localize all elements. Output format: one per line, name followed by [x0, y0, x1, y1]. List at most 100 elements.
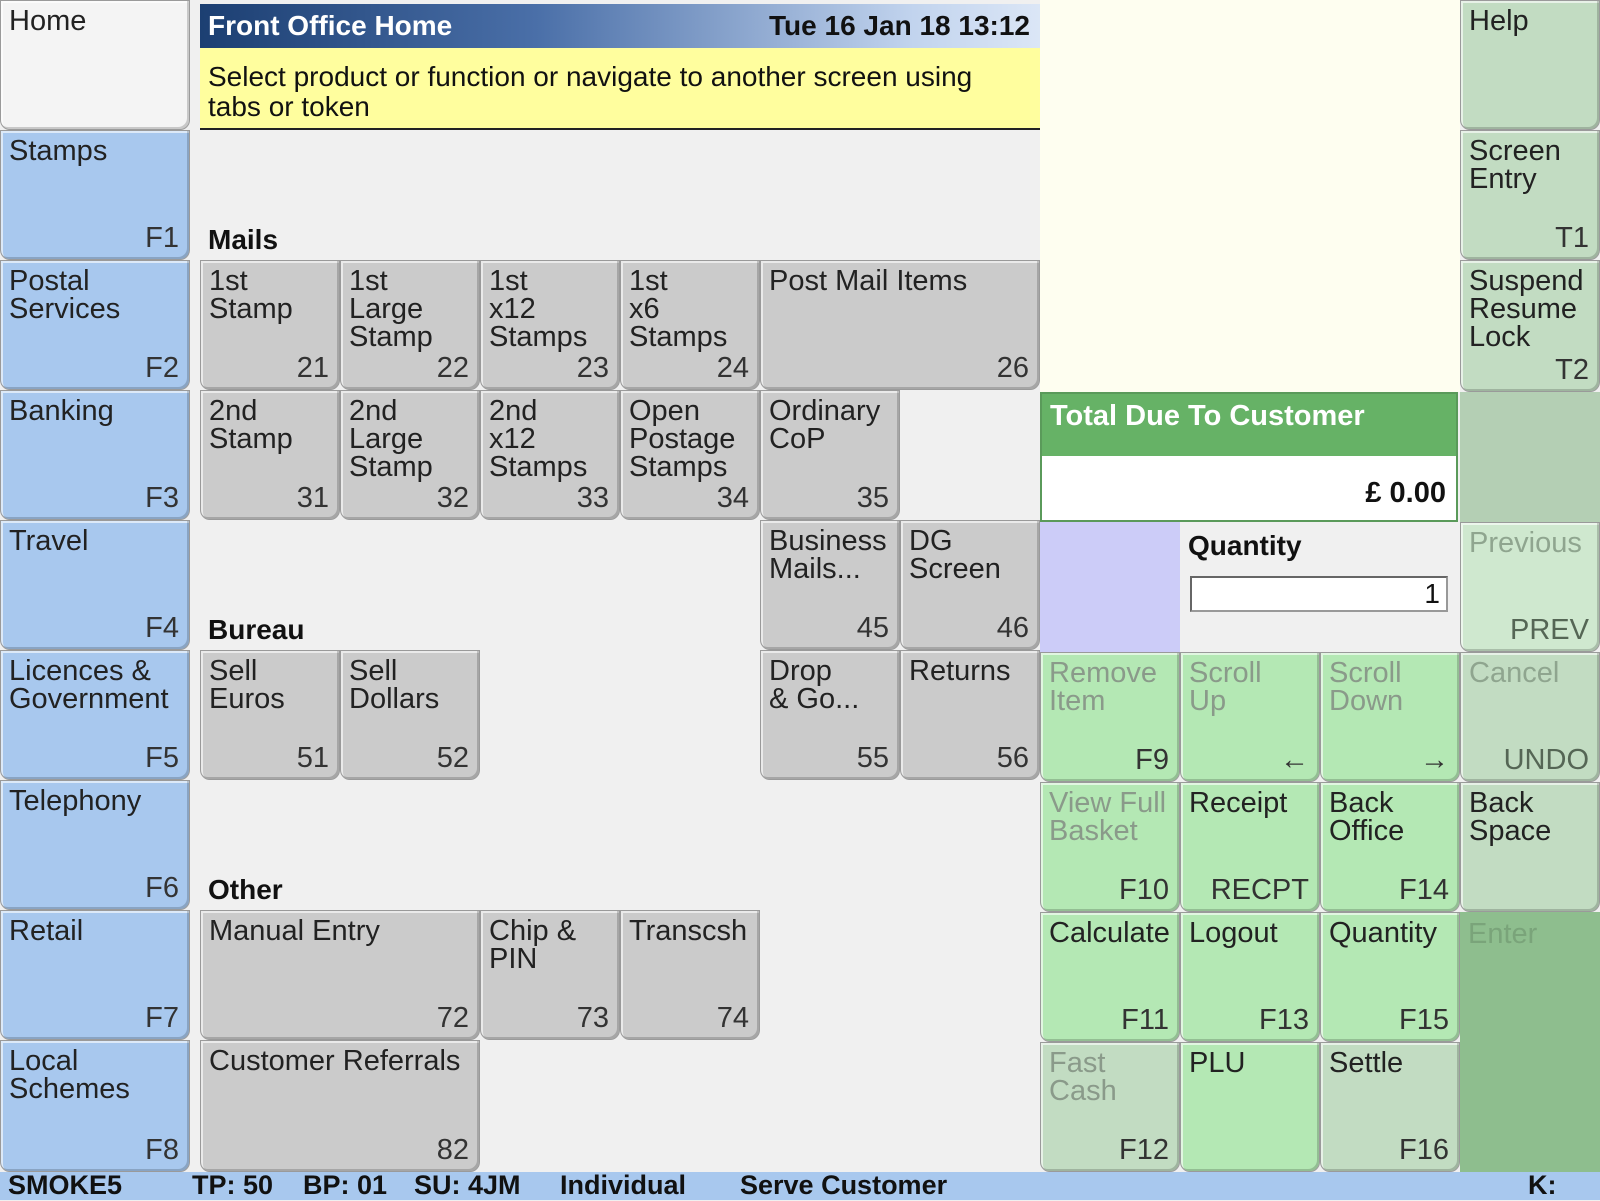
product-34-key: 34 [716, 482, 749, 514]
product-74-label: Transcsh [629, 915, 748, 947]
product-46-key: 46 [996, 612, 1029, 644]
product-22-label: 1st Large Stamp [349, 265, 433, 353]
status-action: Serve Customer [740, 1170, 948, 1200]
view-full-basket-button[interactable]: View Full Basket F10 [1040, 782, 1180, 912]
suspend-resume-lock-button[interactable]: Suspend Resume Lock T2 [1460, 260, 1600, 392]
product-button-32[interactable]: 2nd Large Stamp 32 [340, 390, 480, 520]
help-button[interactable]: Help [1460, 0, 1600, 130]
product-35-label: Ordinary CoP [769, 395, 881, 455]
product-32-key: 32 [436, 482, 469, 514]
calculate-label: Calculate [1049, 917, 1170, 949]
section-heading-bureau: Bureau [208, 614, 305, 645]
section-heading-other: Other [208, 874, 283, 905]
plu-label: PLU [1189, 1047, 1246, 1079]
product-31-label: 2nd Stamp [209, 395, 293, 455]
nav-local-schemes[interactable]: Local Schemes F8 [0, 1040, 190, 1172]
nav-stamps[interactable]: Stamps F1 [0, 130, 190, 260]
back-space-button[interactable]: Back Space [1460, 782, 1600, 912]
quantity-input[interactable]: 1 [1190, 576, 1448, 612]
product-button-45[interactable]: Business Mails... 45 [760, 520, 900, 650]
fast-cash-button[interactable]: Fast Cash F12 [1040, 1042, 1180, 1172]
product-button-55[interactable]: Drop & Go... 55 [760, 650, 900, 780]
nav-telephony[interactable]: Telephony F6 [0, 780, 190, 910]
product-45-label: Business Mails... [769, 525, 887, 585]
nav-telephony-label: Telephony [9, 785, 142, 817]
product-24-label: 1st x6 Stamps [629, 265, 728, 353]
remove-item-key: F9 [1135, 744, 1169, 776]
product-72-key: 72 [436, 1002, 469, 1034]
plu-button[interactable]: PLU [1180, 1042, 1320, 1172]
nav-home[interactable]: Home [0, 0, 190, 130]
nav-travel[interactable]: Travel F4 [0, 520, 190, 650]
product-button-74[interactable]: Transcsh 74 [620, 910, 760, 1040]
product-button-72[interactable]: Manual Entry 72 [200, 910, 480, 1040]
logout-button[interactable]: Logout F13 [1180, 912, 1320, 1042]
help-label: Help [1469, 5, 1529, 37]
product-74-key: 74 [716, 1002, 749, 1034]
nav-postal-services-key: F2 [145, 352, 179, 384]
product-34-label: Open Postage Stamps [629, 395, 736, 483]
product-button-31[interactable]: 2nd Stamp 31 [200, 390, 340, 520]
product-button-73[interactable]: Chip & PIN 73 [480, 910, 620, 1040]
calculate-key: F11 [1121, 1004, 1169, 1036]
back-office-button[interactable]: Back Office F14 [1320, 782, 1460, 912]
page-title: Front Office Home [208, 10, 453, 41]
product-button-35[interactable]: Ordinary CoP 35 [760, 390, 900, 520]
nav-stamps-label: Stamps [9, 135, 108, 167]
nav-retail-label: Retail [9, 915, 84, 947]
previous-button[interactable]: Previous PREV [1460, 522, 1600, 652]
product-21-label: 1st Stamp [209, 265, 293, 325]
product-button-56[interactable]: Returns 56 [900, 650, 1040, 780]
status-mode: Individual [560, 1170, 687, 1200]
product-32-label: 2nd Large Stamp [349, 395, 433, 483]
cancel-key: UNDO [1503, 744, 1589, 776]
calculate-button[interactable]: Calculate F11 [1040, 912, 1180, 1042]
nav-licences-government-key: F5 [145, 742, 179, 774]
screen-entry-button[interactable]: Screen Entry T1 [1460, 130, 1600, 260]
quantity-label: Quantity [1188, 530, 1302, 561]
product-button-52[interactable]: Sell Dollars 52 [340, 650, 480, 780]
product-button-34[interactable]: Open Postage Stamps 34 [620, 390, 760, 520]
status-bar: SMOKE5 TP: 50 BP: 01 SU: 4JM Individual … [0, 1170, 1600, 1200]
cancel-button[interactable]: Cancel UNDO [1460, 652, 1600, 782]
product-button-23[interactable]: 1st x12 Stamps 23 [480, 260, 620, 390]
nav-retail[interactable]: Retail F7 [0, 910, 190, 1040]
back-space-label: Back Space [1469, 787, 1552, 847]
nav-banking[interactable]: Banking F3 [0, 390, 190, 520]
nav-postal-services[interactable]: Postal Services F2 [0, 260, 190, 390]
product-button-82[interactable]: Customer Referrals 82 [200, 1040, 480, 1172]
quantity-button[interactable]: Quantity F15 [1320, 912, 1460, 1042]
scroll-down-button[interactable]: Scroll Down → [1320, 652, 1460, 782]
right-nav-spacer [1460, 392, 1600, 522]
back-office-key: F14 [1399, 874, 1449, 906]
quantity-button-label: Quantity [1329, 917, 1437, 949]
scroll-up-button[interactable]: Scroll Up ← [1180, 652, 1320, 782]
nav-travel-label: Travel [9, 525, 89, 557]
enter-button[interactable]: Enter [1460, 912, 1600, 1172]
receipt-label: Receipt [1189, 787, 1288, 819]
product-button-33[interactable]: 2nd x12 Stamps 33 [480, 390, 620, 520]
product-button-46[interactable]: DG Screen 46 [900, 520, 1040, 650]
product-button-51[interactable]: Sell Euros 51 [200, 650, 340, 780]
nav-licences-government-label: Licences & Government [9, 655, 169, 715]
fast-cash-key: F12 [1119, 1134, 1169, 1166]
product-56-label: Returns [909, 655, 1011, 687]
right-arrow-icon: → [1420, 744, 1449, 776]
nav-banking-key: F3 [145, 482, 179, 514]
nav-licences-government[interactable]: Licences & Government F5 [0, 650, 190, 780]
product-82-key: 82 [436, 1134, 469, 1166]
product-55-key: 55 [856, 742, 889, 774]
remove-item-button[interactable]: Remove Item F9 [1040, 652, 1180, 782]
settle-key: F16 [1399, 1134, 1449, 1166]
product-button-21[interactable]: 1st Stamp 21 [200, 260, 340, 390]
product-button-22[interactable]: 1st Large Stamp 22 [340, 260, 480, 390]
settle-button[interactable]: Settle F16 [1320, 1042, 1460, 1172]
product-24-key: 24 [716, 352, 749, 384]
fast-cash-label: Fast Cash [1049, 1047, 1117, 1107]
product-button-26[interactable]: Post Mail Items 26 [760, 260, 1040, 390]
receipt-button[interactable]: Receipt RECPT [1180, 782, 1320, 912]
product-button-24[interactable]: 1st x6 Stamps 24 [620, 260, 760, 390]
quantity-button-key: F15 [1399, 1004, 1449, 1036]
view-full-basket-label: View Full Basket [1049, 787, 1167, 847]
status-k: K: [1528, 1170, 1557, 1200]
